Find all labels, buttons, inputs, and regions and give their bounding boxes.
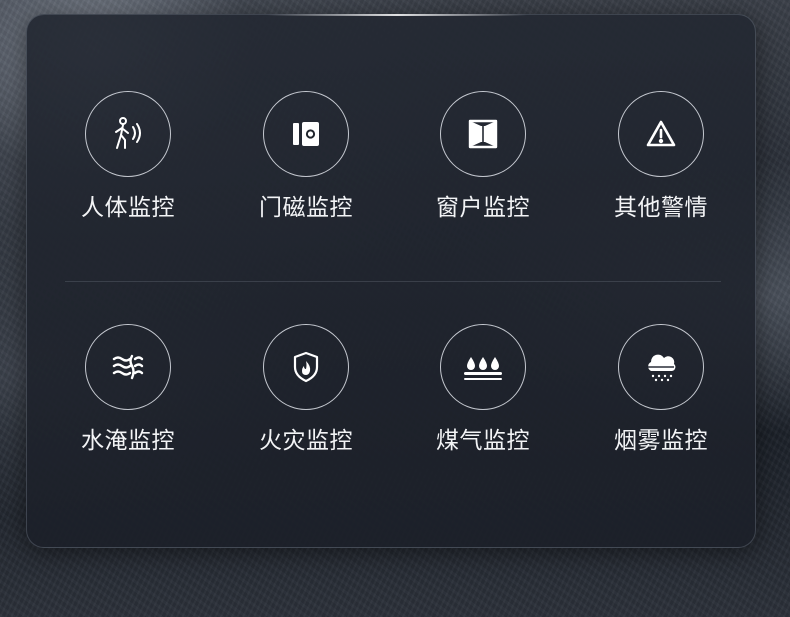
monitoring-panel: 人体监控 门磁监控 窗户监控 其他警情 水淹监控 火灾监控 煤气监控 烟雾监控: [26, 14, 756, 548]
tile-label: 门磁监控: [259, 195, 353, 221]
tile-gas-monitoring[interactable]: 煤气监控: [398, 324, 568, 474]
gas-drops-icon: [440, 324, 526, 410]
tile-fire-monitoring[interactable]: 火灾监控: [221, 324, 391, 474]
tile-label: 水淹监控: [81, 428, 175, 454]
fire-shield-icon: [263, 324, 349, 410]
tile-label: 煤气监控: [436, 428, 530, 454]
water-flood-icon: [85, 324, 171, 410]
row-divider: [65, 281, 721, 282]
tile-human-monitoring[interactable]: 人体监控: [43, 91, 213, 241]
tile-label: 火灾监控: [259, 428, 353, 454]
smoke-cloud-icon: [618, 324, 704, 410]
human-motion-icon: [85, 91, 171, 177]
tile-label: 窗户监控: [436, 195, 530, 221]
tile-smoke-monitoring[interactable]: 烟雾监控: [576, 324, 746, 474]
tile-other-alerts[interactable]: 其他警情: [576, 91, 746, 241]
tile-flood-monitoring[interactable]: 水淹监控: [43, 324, 213, 474]
tile-label: 其他警情: [614, 195, 708, 221]
warning-icon: [618, 91, 704, 177]
tile-label: 人体监控: [81, 195, 175, 221]
tile-door-sensor-monitoring[interactable]: 门磁监控: [221, 91, 391, 241]
panel-top-highlight: [267, 14, 527, 16]
tile-window-monitoring[interactable]: 窗户监控: [398, 91, 568, 241]
tile-label: 烟雾监控: [614, 428, 708, 454]
door-sensor-icon: [263, 91, 349, 177]
window-icon: [440, 91, 526, 177]
